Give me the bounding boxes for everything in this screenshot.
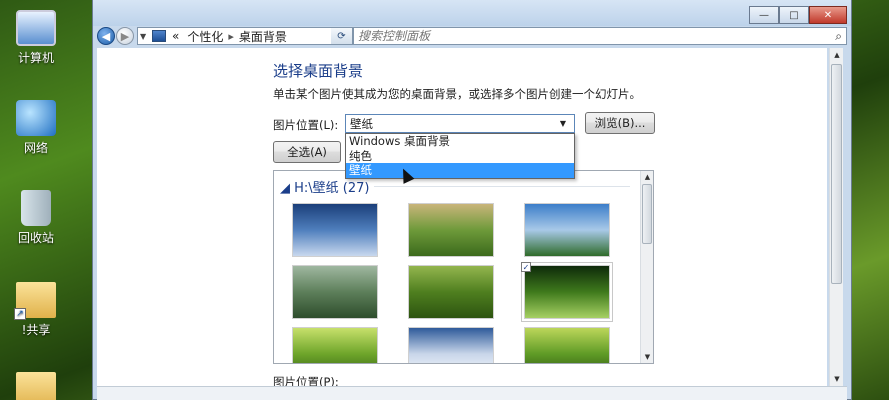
control-panel-icon <box>152 30 166 42</box>
shortcut-arrow-icon: ↗ <box>14 308 26 320</box>
dropdown-option[interactable]: Windows 桌面背景 <box>346 134 574 149</box>
gallery-scrollbar-thumb[interactable] <box>642 184 652 244</box>
wallpaper-thumbnail-green-leaves[interactable] <box>292 327 378 363</box>
close-button[interactable]: ✕ <box>809 6 847 24</box>
recycle-bin-icon <box>21 190 51 226</box>
network-icon <box>16 100 56 136</box>
computer-icon <box>16 10 56 46</box>
control-panel-window: — □ ✕ ◀ ▶ ▼ « 个性化 ▸ 桌面背景 ⟳ ⌕ 选择桌面背景 单击某个… <box>92 0 852 400</box>
breadcrumb-separator[interactable]: ▸ <box>228 30 234 43</box>
wallpaper-thumbnail-mountain-lake[interactable] <box>524 203 610 257</box>
wallpaper-thumbnail-snow-peaks[interactable] <box>408 327 494 363</box>
maximize-icon: □ <box>789 9 799 21</box>
select-all-button[interactable]: 全选(A) <box>273 141 341 163</box>
browse-button[interactable]: 浏览(B)... <box>585 112 655 134</box>
picture-location-select[interactable]: 壁纸 ▼ <box>345 114 575 133</box>
chevron-down-icon[interactable]: ▼ <box>556 119 570 128</box>
page-description: 单击某个图片使其成为您的桌面背景，或选择多个图片创建一个幻灯片。 <box>273 87 641 101</box>
search-box[interactable]: ⌕ <box>353 27 847 45</box>
desktop-icon-folder[interactable] <box>8 372 64 400</box>
group-divider <box>374 186 630 187</box>
page-scrollbar-thumb[interactable] <box>831 64 842 284</box>
wallpaper-thumbnail-dandelion-field[interactable] <box>292 265 378 319</box>
search-icon[interactable]: ⌕ <box>835 29 842 44</box>
minimize-button[interactable]: — <box>749 6 779 24</box>
desktop-icon-label: 网络 <box>23 141 48 155</box>
page-scrollbar[interactable]: ▲ ▼ <box>829 48 843 386</box>
folder-icon <box>16 372 56 400</box>
desktop-icon-label: !共享 <box>21 323 51 337</box>
desktop-icon-label: 回收站 <box>17 231 54 245</box>
breadcrumb-overflow[interactable]: « <box>172 29 179 43</box>
picture-location-dropdown: Windows 桌面背景 纯色 壁纸 <box>345 133 575 179</box>
refresh-icon: ⟳ <box>337 30 346 42</box>
refresh-button[interactable]: ⟳ <box>331 27 353 45</box>
bottom-bar <box>97 386 847 400</box>
maximize-button[interactable]: □ <box>779 6 809 24</box>
wallpaper-thumbnail-green-field[interactable] <box>408 203 494 257</box>
page-title: 选择桌面背景 <box>273 62 364 80</box>
dropdown-option-selected[interactable]: 壁纸 <box>346 163 574 178</box>
address-dropdown-icon[interactable]: ▼ <box>140 32 150 41</box>
close-icon: ✕ <box>823 9 833 21</box>
group-header[interactable]: ◢ H:\壁纸 (27) <box>280 177 370 196</box>
picture-location-value: 壁纸 <box>350 116 373 131</box>
checkbox-checked-icon[interactable]: ✓ <box>521 262 531 272</box>
scroll-down-icon[interactable]: ▼ <box>830 372 844 386</box>
wallpaper-thumbnail-clover-meadow[interactable] <box>408 265 494 319</box>
minimize-icon: — <box>759 9 769 21</box>
desktop-icon-shared[interactable]: ↗ !共享 <box>8 282 64 338</box>
dropdown-option[interactable]: 纯色 <box>346 149 574 164</box>
shared-folder-icon: ↗ <box>14 282 56 320</box>
collapse-icon[interactable]: ◢ <box>280 181 294 196</box>
wallpaper-thumbnail-pier-sky[interactable] <box>292 203 378 257</box>
back-button[interactable]: ◀ <box>97 27 115 45</box>
desktop-icon-computer[interactable]: 计算机 <box>8 10 64 66</box>
gallery-scrollbar[interactable]: ▲ ▼ <box>640 171 653 363</box>
title-bar[interactable]: — □ ✕ <box>93 0 851 26</box>
desktop-icon-network[interactable]: 网络 <box>8 100 64 156</box>
scroll-down-icon[interactable]: ▼ <box>641 351 653 363</box>
wallpaper-gallery: ◢ H:\壁纸 (27) ✓ ▲ ▼ <box>273 170 654 364</box>
main-content: 选择桌面背景 单击某个图片使其成为您的桌面背景，或选择多个图片创建一个幻灯片。 … <box>97 48 827 389</box>
breadcrumb-desktop-background[interactable]: 桌面背景 <box>239 28 287 45</box>
forward-button[interactable]: ▶ <box>116 27 134 45</box>
wallpaper-thumbnail-green-sprout[interactable] <box>524 327 610 363</box>
desktop-icon-label: 计算机 <box>17 51 54 65</box>
picture-location-label: 图片位置(L): <box>273 118 339 132</box>
desktop-icon-recycle-bin[interactable]: 回收站 <box>8 190 64 246</box>
group-title: H:\壁纸 (27) <box>294 181 370 196</box>
scroll-up-icon[interactable]: ▲ <box>830 48 844 62</box>
breadcrumb-personalization[interactable]: 个性化 <box>187 28 223 45</box>
navigation-bar: ◀ ▶ ▼ « 个性化 ▸ 桌面背景 ⟳ ⌕ <box>93 24 851 48</box>
scroll-up-icon[interactable]: ▲ <box>641 171 653 183</box>
wallpaper-thumbnail-bamboo-forest[interactable]: ✓ <box>521 262 613 322</box>
back-arrow-icon: ◀ <box>101 29 111 43</box>
search-input[interactable] <box>358 29 778 43</box>
forward-arrow-icon: ▶ <box>120 29 130 43</box>
